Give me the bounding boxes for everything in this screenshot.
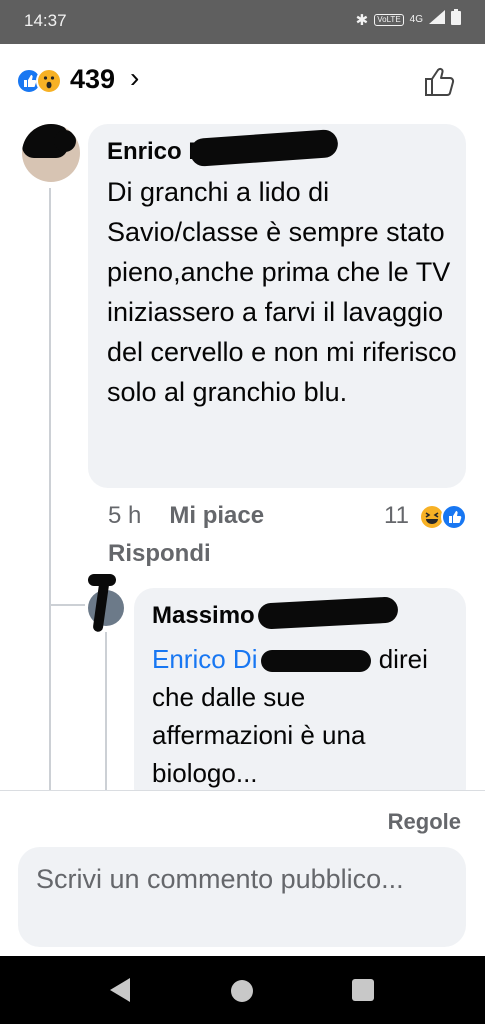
- like-reaction-icon: [441, 504, 467, 530]
- volte-icon: VoLTE: [374, 13, 404, 26]
- reply-author[interactable]: Massimo: [152, 602, 255, 630]
- rules-link[interactable]: Regole: [388, 809, 461, 835]
- reactions-bar[interactable]: 439 ›: [0, 44, 485, 114]
- status-icons: ✱ VoLTE 4G: [356, 9, 461, 30]
- redaction-mark: [261, 650, 372, 673]
- reaction-icons: [16, 66, 66, 94]
- like-button[interactable]: [420, 62, 460, 102]
- chevron-right-icon[interactable]: ›: [130, 62, 139, 94]
- back-icon[interactable]: [110, 978, 130, 1002]
- thread-line: [49, 188, 51, 790]
- reply-thread-line: [105, 632, 107, 790]
- comment-input[interactable]: Scrivi un commento pubblico...: [18, 847, 466, 947]
- reply-text: Enrico Di direi che dalle sue affermazio…: [152, 640, 452, 792]
- reaction-count[interactable]: 439: [70, 64, 115, 95]
- signal-icon: [429, 10, 445, 29]
- comment-composer-panel: Regole Scrivi un commento pubblico...: [0, 790, 485, 957]
- comment-placeholder: Scrivi un commento pubblico...: [36, 864, 404, 894]
- bluetooth-icon: ✱: [355, 11, 369, 29]
- reply-link[interactable]: Rispondi: [108, 540, 211, 568]
- status-time: 14:37: [24, 11, 67, 30]
- status-bar: 14:37 ✱ VoLTE 4G: [0, 0, 485, 44]
- wow-reaction-icon: [36, 68, 62, 94]
- comment-time[interactable]: 5 h: [108, 502, 141, 529]
- system-nav-bar: [0, 956, 485, 1024]
- avatar[interactable]: [22, 124, 80, 182]
- mention-link[interactable]: Enrico Di: [152, 644, 257, 674]
- comment-reaction-count[interactable]: 11: [384, 502, 409, 530]
- home-icon[interactable]: [231, 980, 253, 1002]
- recents-icon[interactable]: [352, 979, 374, 1001]
- like-comment-link[interactable]: Mi piace: [169, 502, 264, 529]
- thumbs-up-icon: [425, 67, 455, 96]
- comment-meta: 5 h Mi piace: [108, 502, 264, 530]
- reply-connector: [49, 604, 85, 606]
- battery-icon: [451, 9, 461, 30]
- comment-text: Di granchi a lido di Savio/classe è semp…: [107, 177, 457, 407]
- 4g-signal-icon: 4G: [409, 14, 423, 25]
